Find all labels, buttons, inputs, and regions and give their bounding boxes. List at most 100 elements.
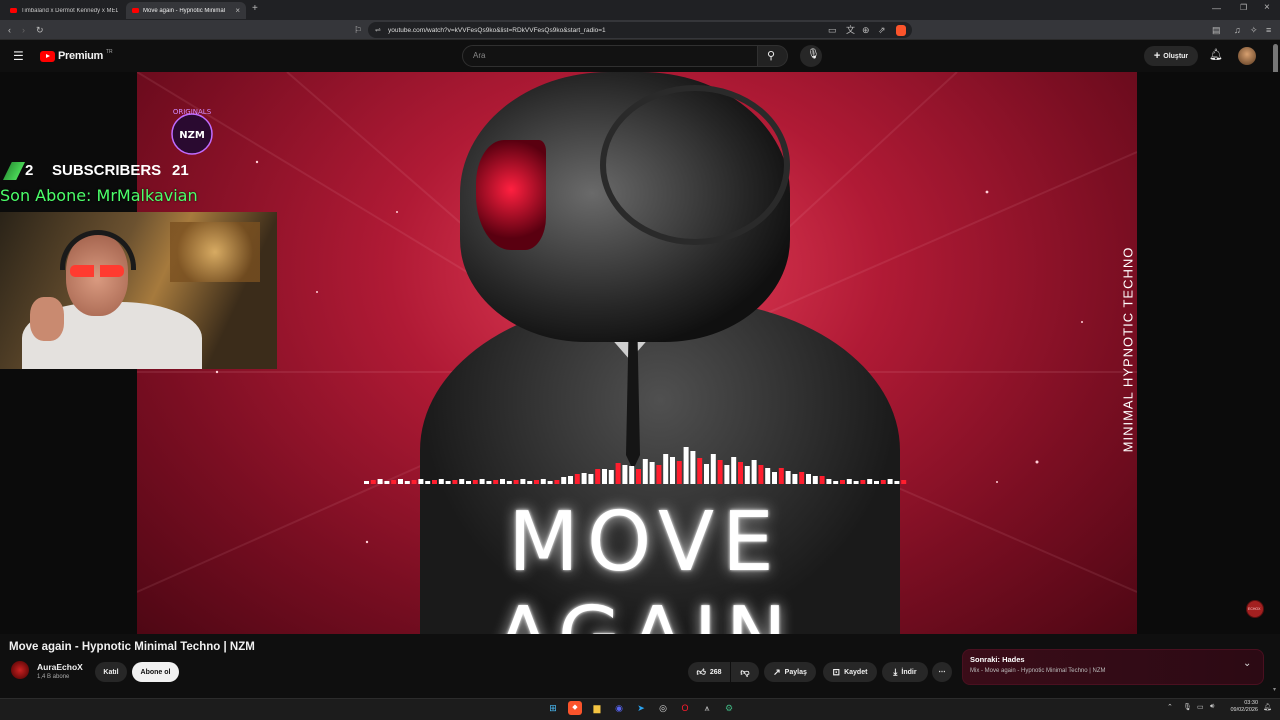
- share-page-icon[interactable]: ⇗: [878, 22, 886, 38]
- youtube-logo[interactable]: Premium TR: [40, 49, 113, 62]
- windows-start-icon[interactable]: ⊞: [546, 701, 560, 715]
- equalizer-bar: [500, 479, 505, 484]
- extensions-icon[interactable]: ✧: [1250, 22, 1258, 38]
- hamburger-menu-icon[interactable]: ☰: [13, 49, 24, 63]
- channel-watermark[interactable]: ECHOX: [1246, 600, 1264, 618]
- green-slash-icon: [3, 162, 25, 180]
- search-button[interactable]: ⚲: [758, 45, 788, 67]
- close-tab-icon[interactable]: ×: [235, 6, 240, 15]
- logo-top-text: ORIGINALS: [173, 108, 212, 116]
- share-button[interactable]: ↗ Paylaş: [764, 662, 816, 682]
- equalizer-bar: [778, 468, 784, 484]
- opera-icon[interactable]: O: [678, 701, 692, 715]
- equalizer-bar: [418, 479, 424, 484]
- site-info-icon[interactable]: ⇌: [375, 26, 381, 34]
- equalizer-bar: [894, 481, 900, 484]
- create-button[interactable]: + Oluştur: [1144, 46, 1198, 66]
- equalizer-bar: [853, 481, 859, 484]
- voice-search-button[interactable]: 🎙︎: [800, 45, 822, 67]
- bookmark-icon[interactable]: ⚐: [354, 22, 362, 38]
- back-icon[interactable]: ‹: [8, 22, 11, 38]
- channel-avatar[interactable]: [11, 661, 29, 679]
- close-window-icon[interactable]: ×: [1264, 2, 1270, 13]
- bookmark-save-icon: ⊡: [832, 666, 841, 677]
- region-code: TR: [105, 49, 113, 55]
- equalizer-bar: [588, 474, 594, 484]
- equalizer-bar: [704, 464, 709, 484]
- scroll-down-arrow-icon[interactable]: ▾: [1273, 686, 1276, 693]
- robot-head-cables: [600, 85, 790, 245]
- equalizer-bar: [860, 480, 866, 484]
- equalizer-bar: [581, 473, 587, 484]
- equalizer-bar: [710, 454, 716, 484]
- cast-icon[interactable]: ▭: [828, 22, 837, 38]
- user-avatar[interactable]: [1238, 47, 1256, 65]
- youtube-favicon-icon: [132, 8, 139, 13]
- zoom-icon[interactable]: ⊕: [862, 22, 870, 38]
- telegram-icon[interactable]: ➤: [634, 701, 648, 715]
- dislike-button[interactable]: 👎︎: [731, 662, 759, 682]
- equalizer-bar: [812, 476, 818, 484]
- person-hand: [30, 297, 64, 341]
- equalizer-bar: [758, 465, 764, 484]
- volume-icon[interactable]: 🔊︎: [1210, 703, 1214, 711]
- brave-shield-icon[interactable]: [896, 25, 906, 36]
- more-actions-button[interactable]: ⋯: [932, 662, 952, 682]
- equalizer-bar: [391, 480, 397, 484]
- translate-icon[interactable]: 文: [846, 22, 855, 38]
- equalizer-bar: [493, 480, 499, 484]
- tray-chevron-up-icon[interactable]: ⌃: [1167, 703, 1173, 711]
- equalizer-bar: [724, 465, 730, 484]
- menu-icon[interactable]: ≡: [1266, 22, 1271, 38]
- equalizer-bar: [642, 459, 648, 484]
- notifications-bell-icon[interactable]: 🔔︎: [1209, 48, 1223, 61]
- equalizer-bar: [887, 479, 893, 484]
- robot-red-visor: [476, 140, 546, 250]
- equalizer-bar: [819, 476, 825, 484]
- equalizer-bar: [683, 447, 689, 484]
- audio-equalizer: [364, 447, 907, 484]
- equalizer-bar: [520, 479, 526, 484]
- equalizer-bar: [799, 472, 805, 484]
- last-subscriber: Son Abone: MrMalkavian: [0, 186, 198, 205]
- equalizer-bar: [738, 462, 743, 484]
- taskbar-clock[interactable]: 03:30 09/02/2026: [1224, 700, 1258, 714]
- share-icon: ↗: [773, 666, 781, 677]
- tray-mic-icon[interactable]: 🎙︎: [1183, 703, 1192, 711]
- app-icon[interactable]: ⩚: [700, 701, 714, 715]
- chat-app-icon[interactable]: ⚙: [722, 701, 736, 715]
- search-icon: ⚲: [767, 50, 776, 62]
- brave-browser-icon[interactable]: ◆: [568, 701, 582, 715]
- discord-icon[interactable]: ◉: [612, 701, 626, 715]
- browser-tab-timbaland[interactable]: Timbaland x Dermot Kennedy x MED: [4, 2, 124, 19]
- webcam-overlay: [0, 212, 277, 369]
- download-button[interactable]: ⤓ İndir: [882, 662, 928, 682]
- equalizer-bar: [880, 480, 886, 484]
- file-explorer-icon[interactable]: ▆: [590, 701, 604, 715]
- reload-icon[interactable]: ↻: [36, 22, 44, 38]
- save-button[interactable]: ⊡ Kaydet: [823, 662, 877, 682]
- plus-icon: +: [1153, 50, 1161, 62]
- equalizer-bar: [785, 471, 791, 484]
- equalizer-bar: [370, 480, 376, 484]
- sidebar-icon[interactable]: ▤: [1212, 22, 1221, 38]
- like-button[interactable]: 👍︎ 268: [688, 662, 730, 682]
- chevron-down-icon[interactable]: ⌄: [1243, 658, 1251, 669]
- youtube-logo-text: Premium: [58, 50, 103, 62]
- forward-icon[interactable]: ›: [22, 22, 25, 38]
- browser-tab-move-again[interactable]: Move again - Hypnotic Minimal ×: [126, 2, 246, 19]
- minimize-icon[interactable]: —: [1212, 3, 1221, 13]
- search-input[interactable]: Ara: [462, 45, 758, 67]
- join-button[interactable]: Katıl: [95, 662, 127, 682]
- media-icon[interactable]: ♫: [1234, 22, 1241, 38]
- maximize-icon[interactable]: ❐: [1240, 3, 1247, 12]
- notification-center-icon[interactable]: 🔔︎: [1263, 703, 1272, 711]
- youtube-favicon-icon: [10, 8, 17, 13]
- obs-icon[interactable]: ◎: [656, 701, 670, 715]
- network-icon[interactable]: ▭: [1197, 703, 1204, 711]
- subscribe-button[interactable]: Abone ol: [132, 662, 179, 682]
- new-tab-button[interactable]: +: [252, 3, 258, 14]
- equalizer-bar: [486, 481, 492, 484]
- subs-label: SUBSCRIBERS: [52, 162, 162, 179]
- channel-name[interactable]: AuraEchoX: [37, 662, 83, 672]
